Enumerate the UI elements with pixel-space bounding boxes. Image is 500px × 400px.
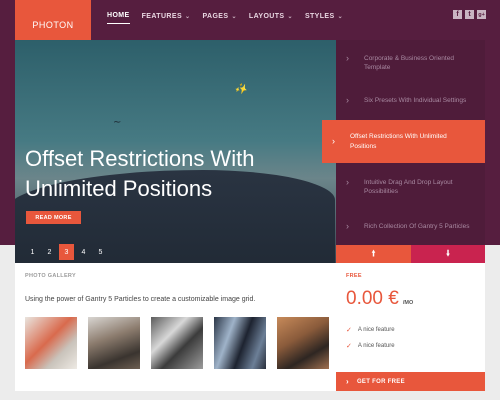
- gallery-thumbnail[interactable]: [88, 317, 140, 369]
- nav-item-layouts[interactable]: LAYOUTS ⌄: [249, 12, 293, 24]
- chevron-right-icon: ›: [346, 53, 349, 63]
- slide-page-5[interactable]: 5: [93, 244, 108, 260]
- chevron-right-icon: ›: [346, 95, 349, 105]
- bird-icon: ∼: [113, 117, 122, 128]
- gallery-thumbnail[interactable]: [277, 317, 329, 369]
- check-icon: ✓: [346, 343, 352, 350]
- pricing-card: FREE 0.00 € /MO ✓ A nice feature ✓ A nic…: [336, 263, 485, 391]
- chevron-down-icon: ⌄: [337, 13, 344, 20]
- arrow-down-icon: 🠛: [445, 248, 451, 258]
- plan-label: FREE: [346, 273, 362, 279]
- feature-item[interactable]: › Corporate & Business Oriented Template: [336, 54, 485, 72]
- check-icon: ✓: [346, 327, 352, 334]
- chevron-right-icon: ›: [332, 136, 335, 146]
- slide-page-2[interactable]: 2: [42, 244, 57, 260]
- slide-page-1[interactable]: 1: [25, 244, 40, 260]
- social-links: f t g+: [453, 10, 486, 19]
- gallery-thumbnail[interactable]: [151, 317, 203, 369]
- price-value: 0.00 €: [346, 288, 399, 309]
- gallery-thumbnail[interactable]: [214, 317, 266, 369]
- photo-gallery-card: PHOTO GALLERY Using the power of Gantry …: [15, 263, 336, 391]
- slide-page-4[interactable]: 4: [76, 244, 91, 260]
- feature-text: Rich Collection Of Gantry 5 Particles: [364, 223, 470, 230]
- feature-text: Intuitive Drag And Drop Layout Possibili…: [364, 179, 453, 196]
- perk-item: ✓ A nice feature: [346, 326, 395, 334]
- feature-text: Offset Restrictions With Unlimited Posit…: [350, 133, 447, 150]
- chevron-right-icon: ›: [346, 177, 349, 187]
- chevron-right-icon: ›: [346, 377, 349, 386]
- perk-text: A nice feature: [357, 343, 395, 349]
- perk-item: ✓ A nice feature: [346, 342, 395, 350]
- price-period: /MO: [402, 300, 414, 306]
- perk-text: A nice feature: [357, 327, 395, 333]
- logo-text: PHOTON: [32, 20, 74, 30]
- feature-item[interactable]: › Rich Collection Of Gantry 5 Particles: [336, 222, 485, 231]
- nav-item-label: PAGES: [202, 12, 229, 20]
- feature-item-active[interactable]: › Offset Restrictions With Unlimited Pos…: [322, 120, 485, 163]
- chevron-down-icon: ⌄: [185, 13, 191, 20]
- gallery-thumbnail[interactable]: [25, 317, 77, 369]
- gallery-label: PHOTO GALLERY: [25, 273, 76, 279]
- slider-pagination: 1 2 3 4 5: [25, 244, 108, 260]
- feature-item[interactable]: › Six Presets With Individual Settings: [336, 96, 485, 105]
- get-for-free-label: GET FOR FREE: [356, 378, 405, 385]
- next-feature-button[interactable]: 🠛: [411, 245, 485, 263]
- read-more-button[interactable]: READ MORE: [26, 211, 81, 224]
- slide-page-3[interactable]: 3: [59, 244, 74, 260]
- nav-item-styles[interactable]: STYLES ⌄: [305, 12, 343, 24]
- feature-item[interactable]: › Intuitive Drag And Drop Layout Possibi…: [336, 178, 485, 196]
- google-plus-icon[interactable]: g+: [477, 10, 486, 19]
- arrow-up-icon: 🠙: [371, 248, 376, 258]
- chevron-down-icon: ⌄: [231, 13, 237, 20]
- perk-list: ✓ A nice feature ✓ A nice feature: [346, 326, 395, 358]
- gallery-description: Using the power of Gantry 5 Particles to…: [25, 296, 256, 303]
- main-nav: HOME FEATURES ⌄ PAGES ⌄ LAYOUTS ⌄ STYLES…: [107, 12, 343, 24]
- hero-slider: ✨ ∼ Offset Restrictions With Unlimited P…: [15, 40, 336, 263]
- chevron-down-icon: ⌄: [287, 13, 293, 20]
- get-for-free-button[interactable]: › GET FOR FREE: [336, 372, 485, 391]
- nav-item-pages[interactable]: PAGES ⌄: [202, 12, 236, 24]
- twitter-icon[interactable]: t: [465, 10, 474, 19]
- bird-icon: ✨: [233, 82, 250, 97]
- nav-item-features[interactable]: FEATURES ⌄: [142, 12, 191, 24]
- previous-feature-button[interactable]: 🠙: [336, 245, 411, 263]
- feature-text: Six Presets With Individual Settings: [364, 97, 467, 104]
- feature-list: › Corporate & Business Oriented Template…: [322, 40, 485, 245]
- gallery-grid: [25, 317, 329, 369]
- chevron-right-icon: ›: [346, 221, 349, 231]
- nav-item-label: FEATURES: [141, 12, 183, 20]
- nav-item-home[interactable]: HOME: [107, 12, 130, 24]
- nav-item-label: LAYOUTS: [248, 12, 285, 20]
- feature-text: Corporate & Business Oriented Template: [364, 55, 454, 72]
- facebook-icon[interactable]: f: [453, 10, 462, 19]
- hero-title: Offset Restrictions With Unlimited Posit…: [25, 146, 255, 201]
- nav-item-label: HOME: [107, 12, 130, 19]
- nav-item-label: STYLES: [304, 12, 335, 20]
- price: 0.00 € /MO: [346, 288, 413, 310]
